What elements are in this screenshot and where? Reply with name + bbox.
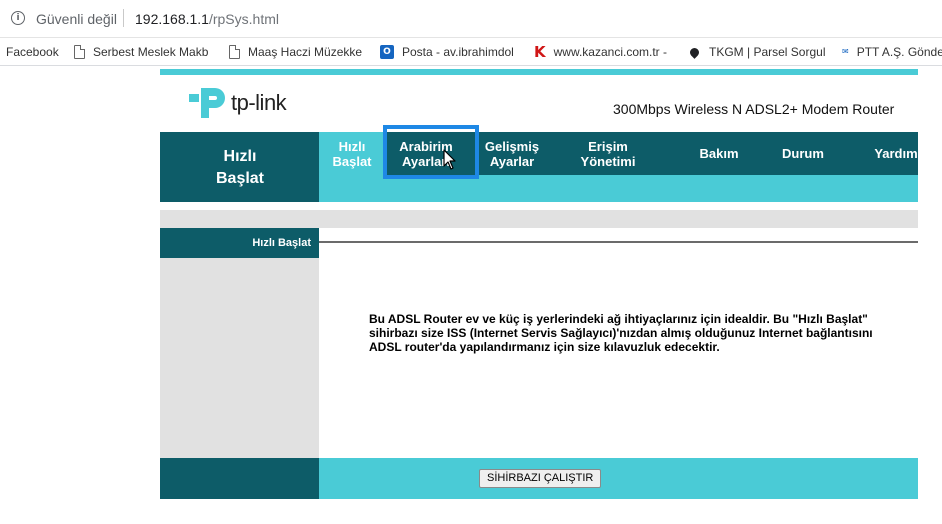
brand-name: tp-link	[231, 90, 287, 115]
header-top-strip	[160, 69, 918, 75]
tab-yardim[interactable]: Yardım	[866, 146, 926, 161]
bookmark-label: Facebook	[6, 45, 59, 59]
security-label[interactable]: Güvenli değil	[36, 11, 117, 27]
bookmark-tkgm[interactable]: TKGM | Parsel Sorgul	[688, 44, 825, 60]
content-divider-bar	[160, 210, 918, 228]
url-host: 192.168.1.1	[135, 11, 209, 27]
bookmark-label: www.kazanci.com.tr -	[553, 45, 667, 59]
tab-label-line1: Hızlı	[338, 139, 366, 154]
sidebar-title: Hızlı Başlat	[252, 237, 311, 249]
url-text[interactable]: 192.168.1.1/rpSys.html	[135, 11, 279, 27]
tab-label: Durum	[782, 146, 824, 161]
model-name: 300Mbps Wireless N ADSL2+ Modem Router	[613, 101, 895, 117]
highlight-box	[383, 125, 479, 179]
tab-label-line2: Yönetimi	[580, 154, 636, 169]
url-path: /rpSys.html	[208, 11, 279, 27]
bookmark-label: Posta - av.ibrahimdol	[402, 45, 514, 59]
bookmark-kazanci[interactable]: K www.kazanci.com.tr -	[534, 44, 667, 60]
quick-start-description: Bu ADSL Router ev ve küç iş yerlerindeki…	[369, 312, 873, 354]
tab-label-line2: Ayarlar	[489, 154, 535, 169]
mouse-cursor-icon	[443, 149, 456, 170]
sidebar-panel	[160, 258, 319, 458]
footer-bar	[319, 458, 918, 499]
tab-erisim-yonetimi[interactable]: Erişim Yönetimi	[568, 139, 648, 169]
bookmark-maas-haczi[interactable]: Maaş Haczi Müzekke	[229, 44, 362, 60]
bookmark-ptt[interactable]: ✉ PTT A.Ş. Gönde	[842, 44, 942, 60]
bookmark-serbest-meslek[interactable]: Serbest Meslek Makb	[74, 44, 208, 60]
location-pin-icon	[688, 45, 701, 59]
run-wizard-button[interactable]: SİHİRBAZI ÇALIŞTIR	[479, 469, 602, 488]
tab-label-line1: Erişim	[588, 139, 628, 154]
tab-durum[interactable]: Durum	[774, 146, 832, 161]
bookmark-label: PTT A.Ş. Gönde	[856, 45, 942, 59]
address-divider	[123, 9, 124, 27]
document-icon	[229, 45, 240, 59]
bookmarks-bar: Facebook Serbest Meslek Makb Maaş Haczi …	[0, 38, 942, 66]
tab-bakim[interactable]: Bakım	[690, 146, 748, 161]
sidebar-header: Hızlı Başlat	[160, 228, 319, 258]
bookmark-posta[interactable]: O Posta - av.ibrahimdol	[380, 44, 514, 60]
footer-left-block	[160, 458, 319, 499]
tab-label: Yardım	[874, 146, 918, 161]
kazanci-icon: K	[534, 43, 546, 61]
tab-gelismis-ayarlar[interactable]: Gelişmiş Ayarlar	[476, 139, 548, 169]
tab-label-line2: Başlat	[332, 154, 372, 169]
info-icon[interactable]: i	[11, 11, 25, 25]
bookmark-facebook[interactable]: Facebook	[6, 44, 59, 60]
section-rule	[319, 241, 918, 243]
ptt-icon: ✉	[842, 47, 849, 56]
tab-label-line1: Gelişmiş	[484, 139, 540, 154]
bookmark-label: Maaş Haczi Müzekke	[248, 45, 363, 59]
address-bar[interactable]: i Güvenli değil 192.168.1.1/rpSys.html	[0, 0, 942, 38]
tab-label: Bakım	[699, 146, 739, 161]
nav-section-title: Hızlı Başlat	[215, 148, 265, 187]
bookmark-label: Serbest Meslek Makb	[93, 45, 209, 59]
tab-hizli-baslat[interactable]: Hızlı Başlat	[324, 139, 380, 169]
bookmark-label: TKGM | Parsel Sorgul	[709, 45, 826, 59]
outlook-icon: O	[380, 45, 394, 59]
document-icon	[74, 45, 85, 59]
